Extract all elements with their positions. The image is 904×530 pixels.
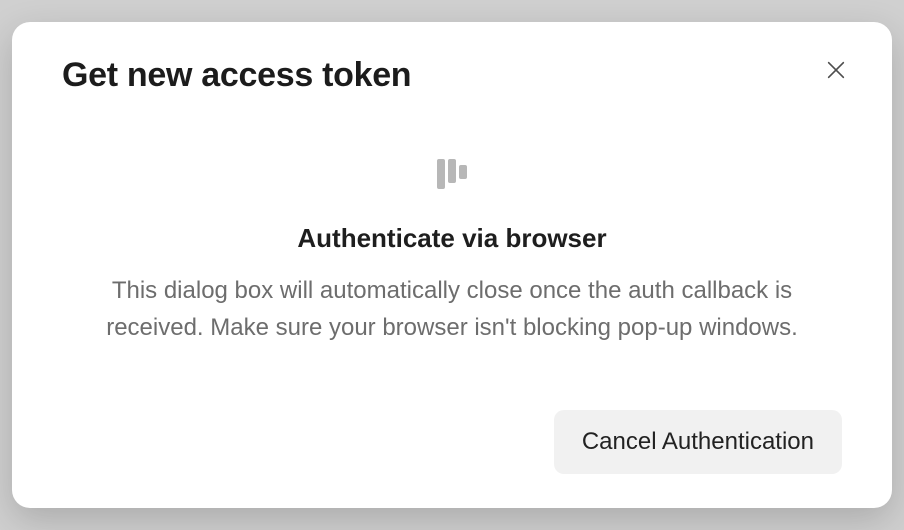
modal-footer: Cancel Authentication xyxy=(62,382,842,474)
auth-help-text: This dialog box will automatically close… xyxy=(72,272,832,346)
modal-body: Authenticate via browser This dialog box… xyxy=(62,95,842,382)
modal-title: Get new access token xyxy=(62,56,411,95)
close-button[interactable] xyxy=(822,58,850,86)
close-icon xyxy=(825,59,847,86)
cancel-authentication-button[interactable]: Cancel Authentication xyxy=(554,410,842,474)
get-access-token-modal: Get new access token Authenticate via br… xyxy=(12,22,892,508)
auth-subtitle: Authenticate via browser xyxy=(297,223,606,254)
modal-header: Get new access token xyxy=(62,56,842,95)
loading-bars-icon xyxy=(437,153,467,189)
